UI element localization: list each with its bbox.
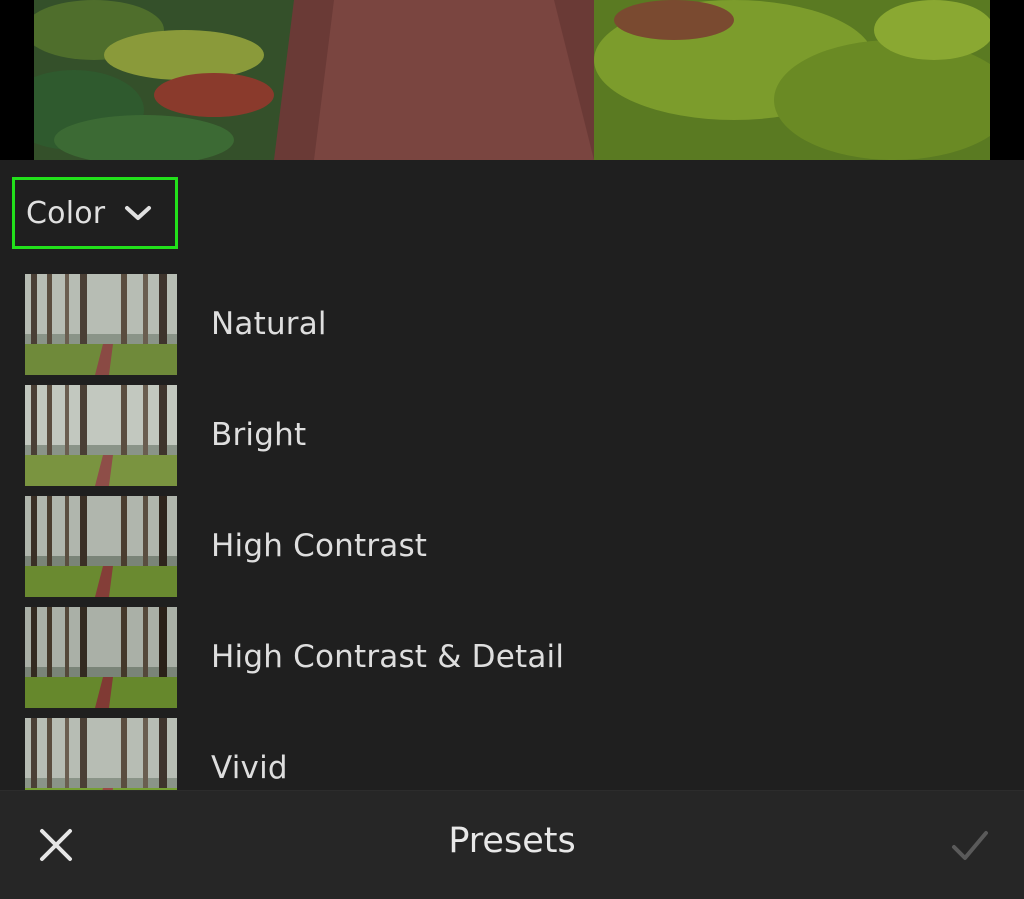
- bottom-toolbar: Presets: [0, 790, 1024, 899]
- preset-thumbnail: [25, 274, 177, 375]
- checkmark-icon[interactable]: [948, 823, 992, 867]
- preset-group-label: Color: [26, 195, 106, 231]
- preset-item-vivid[interactable]: Vivid: [0, 718, 1024, 790]
- preset-list: Natural Bright High Contrast High Contra…: [0, 274, 1024, 790]
- preset-name: Natural: [211, 306, 327, 342]
- preset-name: Bright: [211, 417, 307, 453]
- preset-thumbnail: [25, 718, 177, 790]
- preset-item-natural[interactable]: Natural: [0, 274, 1024, 385]
- preset-thumbnail: [25, 496, 177, 597]
- preset-name: High Contrast: [211, 528, 428, 564]
- photo-preview: [34, 0, 990, 160]
- chevron-down-icon: [125, 206, 152, 220]
- preset-item-high-contrast-detail[interactable]: High Contrast & Detail: [0, 607, 1024, 718]
- preset-thumbnail: [25, 385, 177, 486]
- preset-item-high-contrast[interactable]: High Contrast: [0, 496, 1024, 607]
- toolbar-title: Presets: [448, 821, 576, 861]
- preset-item-bright[interactable]: Bright: [0, 385, 1024, 496]
- presets-panel: Color Natural Bright High Contrast High …: [0, 160, 1024, 790]
- preset-group-dropdown[interactable]: Color: [12, 177, 178, 249]
- preset-name: High Contrast & Detail: [211, 639, 565, 675]
- preset-name: Vivid: [211, 750, 288, 786]
- photo-preview-area: [0, 0, 1024, 160]
- preset-thumbnail: [25, 607, 177, 708]
